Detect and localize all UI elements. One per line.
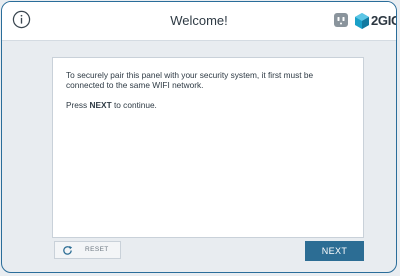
outlet-icon[interactable] [333,12,349,28]
refresh-icon [63,245,73,255]
brand-logo: 2GIG [354,10,396,32]
header-bar: Welcome! 2GIG [2,2,396,41]
logo-text: 2GIG [371,13,396,28]
next-button[interactable]: NEXT [305,241,364,261]
panel-frame: Welcome! 2GIG To securely pair this pane… [1,1,397,273]
continue-instruction: Press NEXT to continue. [66,100,351,110]
reset-button[interactable]: RESET [54,241,121,259]
instruction-next-word: NEXT [89,100,112,110]
pairing-message: To securely pair this panel with your se… [66,70,314,90]
logo-mark-icon [355,13,369,29]
instruction-suffix: to continue. [111,100,157,110]
message-panel: To securely pair this panel with your se… [52,57,364,238]
instruction-prefix: Press [66,100,90,110]
reset-label: RESET [85,246,109,253]
